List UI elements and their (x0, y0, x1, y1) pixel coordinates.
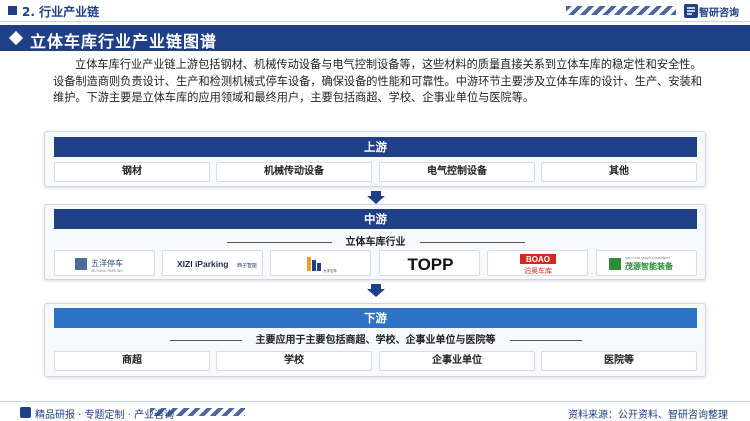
company-logo-dayang: 大洋泊车 (270, 250, 371, 276)
company-logo-wuyang: 五洋停车 WUYANG PARKING (54, 250, 155, 276)
section-marker-icon (8, 6, 17, 15)
brand-name: 智研咨询 (699, 8, 739, 19)
downstream-header: 下游 (54, 308, 697, 328)
company-logo-maoyuan: MAOYUAN SMART EQUIPMENT 茂源智能装备 (596, 250, 697, 276)
company-logo-text: 大洋泊车 (323, 268, 337, 273)
midstream-header: 中游 (54, 209, 697, 229)
midstream-sublabel: 立体车库行业 (54, 233, 697, 248)
downstream-sublabel: 主要应用于主要包括商超、学校、企事业单位与医院等 (54, 331, 697, 346)
company-logo-text: XIZI iParking (177, 259, 229, 269)
divider-line (509, 339, 582, 341)
company-logo-topp: TOPP (379, 250, 480, 276)
footer: 精品研报 · 专题定制 · 产业咨询 资料来源：公开资料、智研咨询整理 (0, 401, 750, 421)
divider-line (419, 241, 525, 243)
downstream-sublabel-text: 主要应用于主要包括商超、学校、企事业单位与医院等 (255, 335, 496, 346)
company-logo-subtext: 西子智能 (237, 262, 257, 269)
midstream-panel: 中游 立体车库行业 五洋停车 WUYANG PARKING XIZI iPark… (44, 204, 706, 280)
upstream-item: 电气控制设备 (379, 162, 535, 182)
divider-line (169, 339, 242, 341)
footer-source: 资料来源：公开资料、智研咨询整理 (568, 410, 728, 421)
upstream-item: 钢材 (54, 162, 210, 182)
company-logo-subtext: 泊奥车库 (524, 266, 552, 275)
wuyang-logo-icon: 五洋停车 WUYANG PARKING (75, 258, 123, 273)
upstream-item: 其他 (541, 162, 697, 182)
footer-brand-icon (20, 407, 31, 418)
company-logo-text: TOPP (408, 255, 454, 274)
upstream-header: 上游 (54, 137, 697, 157)
down-arrow-icon (367, 289, 385, 297)
company-logo-text: 茂源智能装备 (625, 261, 674, 271)
company-logo-subtext: MAOYUAN SMART EQUIPMENT (625, 256, 670, 260)
downstream-item: 商超 (54, 351, 210, 371)
top-header: 2. 行业产业链 智研咨询 (0, 0, 750, 22)
dayang-logo-icon: 大洋泊车 (307, 257, 337, 273)
divider-line (226, 241, 332, 243)
midstream-sublabel-text: 立体车库行业 (345, 237, 406, 248)
decorative-stripes (566, 6, 676, 15)
brand-logo-icon (684, 4, 698, 18)
company-logo-subtext: WUYANG PARKING (91, 269, 123, 273)
section-title: 2. 行业产业链 (22, 5, 100, 19)
company-logo-boao: BOAO 泊奥车库 (487, 250, 588, 276)
topp-logo-icon: TOPP (408, 255, 454, 274)
upstream-item: 机械传动设备 (216, 162, 372, 182)
company-logo-text: 五洋停车 (91, 258, 123, 268)
downstream-item: 学校 (216, 351, 372, 371)
boao-logo-icon: BOAO 泊奥车库 (520, 254, 556, 275)
decorative-stripes (150, 408, 245, 416)
maoyuan-logo-icon: MAOYUAN SMART EQUIPMENT 茂源智能装备 (609, 256, 674, 271)
upstream-panel: 上游 钢材 机械传动设备 电气控制设备 其他 (44, 131, 706, 187)
title-banner: 立体车库行业产业链图谱 (0, 25, 750, 51)
down-arrow-icon (367, 196, 385, 204)
xizi-logo-icon: XIZI iParking 西子智能 (177, 259, 257, 269)
company-logo-xizi: XIZI iParking 西子智能 (162, 250, 263, 276)
intro-paragraph: 立体车库行业产业链上游包括钢材、机械传动设备与电气控制设备等，这些材料的质量直接… (53, 58, 702, 104)
diamond-icon (8, 30, 24, 46)
company-logo-text: BOAO (526, 255, 550, 264)
page-title: 立体车库行业产业链图谱 (30, 32, 218, 51)
downstream-item: 医院等 (541, 351, 697, 371)
downstream-panel: 下游 主要应用于主要包括商超、学校、企事业单位与医院等 商超 学校 企事业单位 … (44, 303, 706, 377)
downstream-item: 企事业单位 (379, 351, 535, 371)
